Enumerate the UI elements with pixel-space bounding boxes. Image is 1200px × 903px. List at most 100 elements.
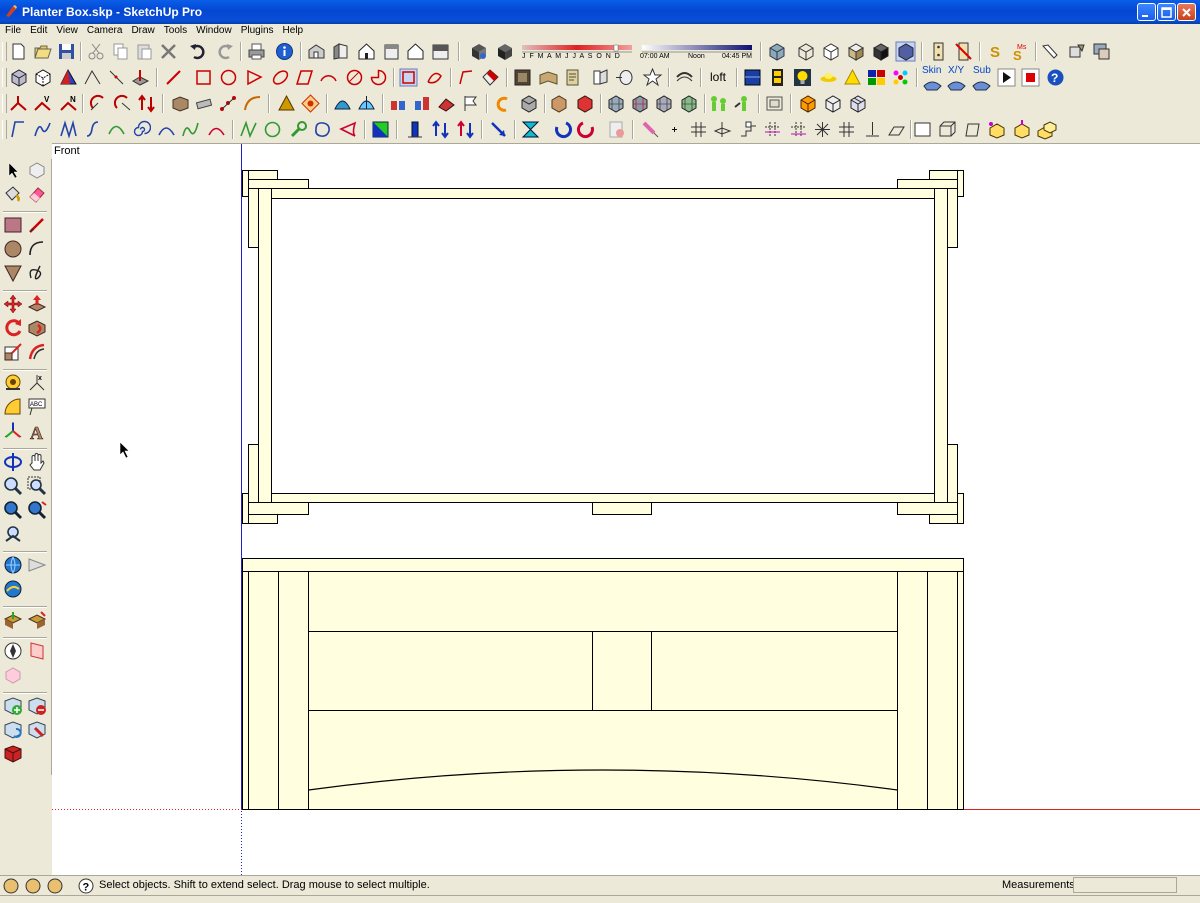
wrench-icon[interactable]	[288, 119, 309, 140]
curve-7-icon[interactable]	[180, 119, 201, 140]
syringe-icon[interactable]	[640, 119, 661, 140]
3d-text-icon[interactable]: A	[26, 420, 48, 442]
rotate-tool-icon[interactable]	[2, 317, 24, 339]
pyramid-icon[interactable]	[58, 67, 79, 88]
dot-chain-icon[interactable]	[218, 93, 239, 114]
update-scene-icon[interactable]	[2, 719, 24, 741]
component-icon[interactable]	[8, 67, 29, 88]
figures-icon[interactable]	[708, 93, 729, 114]
protractor-icon[interactable]	[2, 396, 24, 418]
shapes-c-icon[interactable]	[436, 93, 457, 114]
arc-tool-icon[interactable]	[26, 238, 48, 260]
drawing-viewport[interactable]: Front	[52, 143, 1200, 876]
scene-red-icon[interactable]	[26, 719, 48, 741]
target-icon[interactable]	[300, 93, 321, 114]
import-terrain-icon[interactable]	[2, 609, 24, 631]
rotate-y-icon[interactable]	[112, 93, 133, 114]
diagonal-arrow-icon[interactable]	[488, 119, 509, 140]
freehand-icon[interactable]	[455, 67, 476, 88]
color-fill-icon[interactable]	[370, 119, 391, 140]
curve-4-icon[interactable]	[82, 119, 103, 140]
minimize-button[interactable]	[1137, 3, 1156, 21]
light-bulb-icon[interactable]	[792, 67, 813, 88]
share-model-icon[interactable]	[26, 554, 48, 576]
angle-tool-icon[interactable]	[82, 67, 103, 88]
scene-cube-icon[interactable]	[2, 743, 24, 765]
curve-9-icon[interactable]	[238, 119, 259, 140]
redo-icon[interactable]	[214, 41, 235, 62]
image-plugin-icon[interactable]	[1091, 41, 1112, 62]
curve-2-icon[interactable]	[32, 119, 53, 140]
zoom-icon[interactable]	[2, 475, 24, 497]
offset-icon[interactable]	[398, 67, 419, 88]
star-icon[interactable]	[642, 67, 663, 88]
grid-cube-1-icon[interactable]	[605, 93, 626, 114]
plane-grid-icon[interactable]	[886, 119, 907, 140]
right-view-icon[interactable]	[381, 41, 402, 62]
erase-icon[interactable]	[158, 41, 179, 62]
polygon-tool-icon[interactable]	[2, 262, 24, 284]
zoom-extents-icon[interactable]	[2, 499, 24, 521]
iso-view-icon[interactable]	[306, 41, 327, 62]
section-plane-icon[interactable]	[712, 119, 733, 140]
shaded-textures-style-icon[interactable]	[870, 41, 891, 62]
sandbox-icon[interactable]	[130, 67, 151, 88]
slant-box-icon[interactable]	[961, 119, 982, 140]
solid-box-icon[interactable]	[548, 93, 569, 114]
save-icon[interactable]	[56, 41, 77, 62]
maximize-button[interactable]	[1157, 3, 1176, 21]
shaded-style-icon[interactable]	[845, 41, 866, 62]
color-grid-icon[interactable]	[866, 67, 887, 88]
offset-tool-icon[interactable]	[26, 341, 48, 363]
bezier-icon[interactable]	[242, 93, 263, 114]
axes-n-icon[interactable]: N	[58, 93, 79, 114]
grid-cube-2-icon[interactable]	[629, 93, 650, 114]
circle-tool-icon[interactable]	[2, 238, 24, 260]
back-view-icon[interactable]	[405, 41, 426, 62]
eraser-diamond-icon[interactable]	[480, 67, 501, 88]
scroll-icon[interactable]	[562, 67, 583, 88]
parallelogram-outline-icon[interactable]	[294, 67, 315, 88]
polygon-outline-icon[interactable]	[344, 67, 365, 88]
shadow-slider-widget[interactable]: J F M A M J J A S O N D 07:00 AM Noon 04…	[520, 42, 754, 63]
blue-panel-icon[interactable]	[742, 67, 763, 88]
rotate-x-icon[interactable]	[88, 93, 109, 114]
follow-me-arc-icon[interactable]	[424, 67, 445, 88]
curl-icon[interactable]	[492, 93, 513, 114]
tape-measure-icon[interactable]	[2, 372, 24, 394]
yellow-stack-icon[interactable]	[1036, 119, 1057, 140]
dome-icon[interactable]	[332, 93, 353, 114]
shapes-a-icon[interactable]	[388, 93, 409, 114]
undo-icon[interactable]	[188, 41, 209, 62]
flag-icon[interactable]	[460, 93, 481, 114]
ufo-icon[interactable]	[818, 67, 839, 88]
freehand-tool-icon[interactable]	[26, 262, 48, 284]
gizmo-icon[interactable]	[194, 93, 215, 114]
cone-icon[interactable]	[276, 93, 297, 114]
curve-8-icon[interactable]	[206, 119, 227, 140]
measurements-input[interactable]	[1073, 877, 1177, 893]
model-info-icon[interactable]	[274, 41, 295, 62]
walk-compass-icon[interactable]	[2, 640, 24, 662]
new-file-icon[interactable]	[8, 41, 29, 62]
section-grid-icon[interactable]	[688, 119, 709, 140]
google-earth-icon[interactable]	[2, 578, 24, 600]
red-box-icon[interactable]	[574, 93, 595, 114]
look-around-icon[interactable]	[2, 664, 24, 686]
ms-plugin-icon[interactable]: Ms S	[1009, 41, 1030, 62]
eraser-icon[interactable]	[26, 183, 48, 205]
draw-line-icon[interactable]	[163, 67, 184, 88]
remove-scene-icon[interactable]	[26, 695, 48, 717]
grid-dash-icon[interactable]	[788, 119, 809, 140]
axes-x-icon[interactable]	[8, 93, 29, 114]
rect-frame-icon[interactable]	[912, 119, 933, 140]
photo-textures-icon[interactable]	[26, 609, 48, 631]
bend-tool-icon[interactable]	[674, 67, 695, 88]
step-icon[interactable]	[738, 119, 759, 140]
pencil-line-icon[interactable]	[26, 214, 48, 236]
open-folder-icon[interactable]	[32, 41, 53, 62]
lathe-icon[interactable]	[614, 67, 635, 88]
domino-plugin-icon[interactable]	[928, 41, 949, 62]
book-open-icon[interactable]	[538, 67, 559, 88]
yellow-box-icon[interactable]	[986, 119, 1007, 140]
